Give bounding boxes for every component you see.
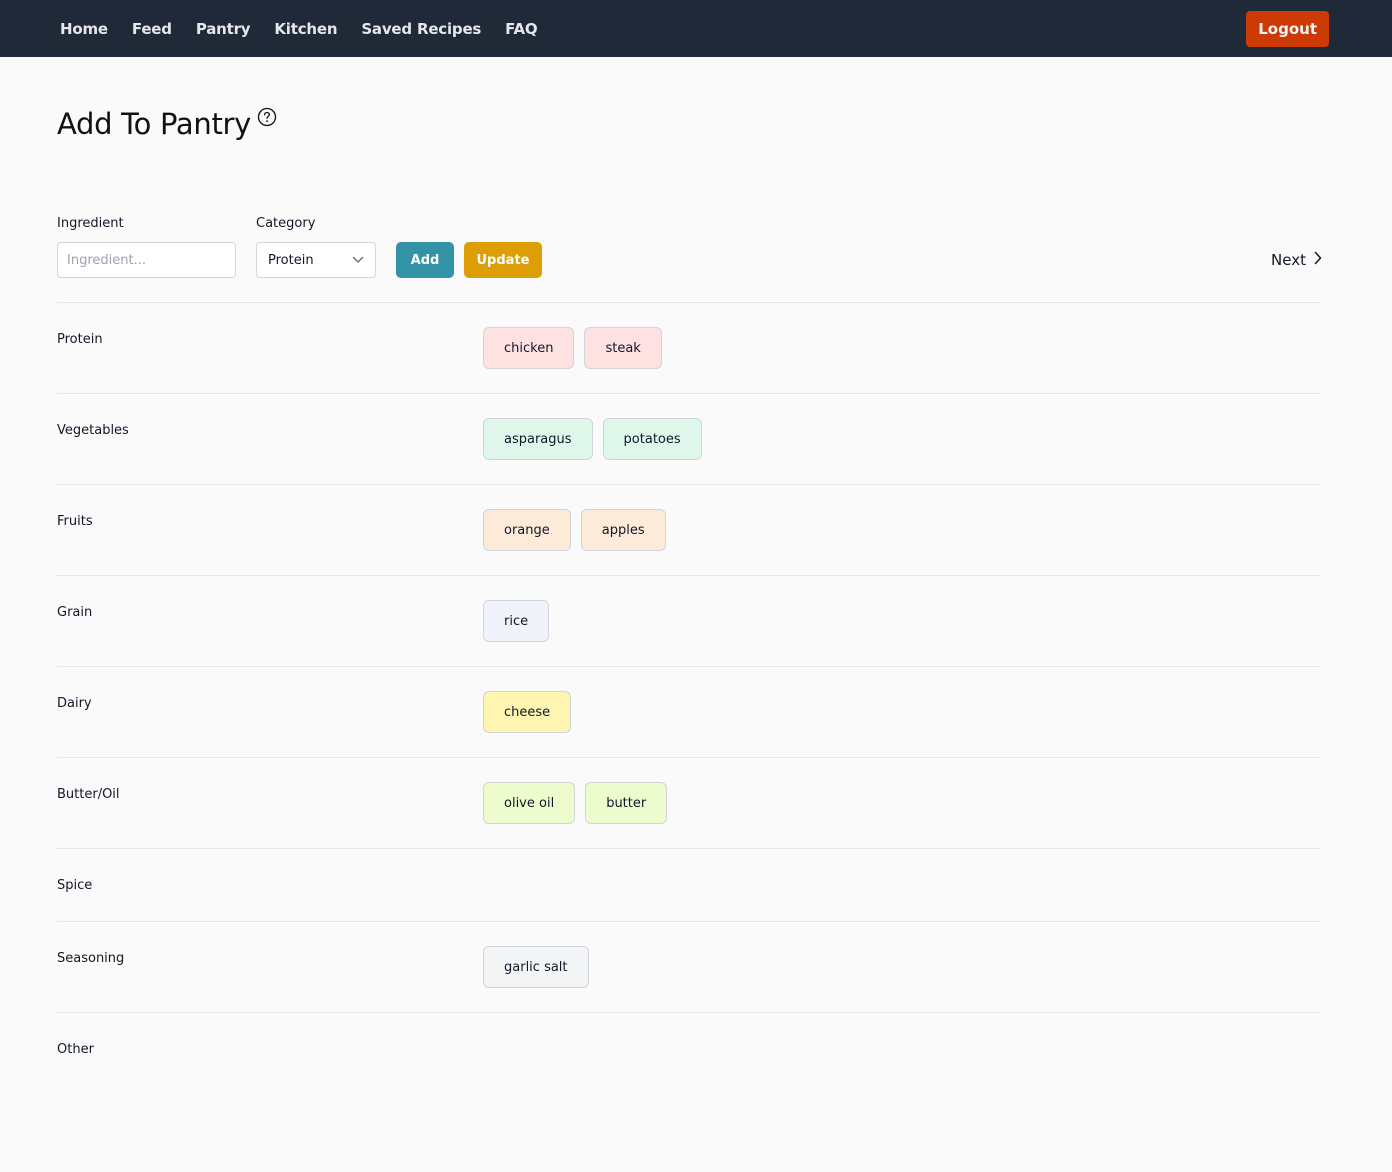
ingredient-chip[interactable]: apples: [580, 509, 666, 551]
category-name: Butter/Oil: [57, 787, 120, 802]
category-row-seasoning: Seasoning garlic salt: [57, 922, 1321, 1013]
ingredient-chip[interactable]: garlic salt: [483, 946, 589, 988]
ingredient-chip[interactable]: chicken: [483, 327, 575, 369]
ingredient-chip[interactable]: olive oil: [483, 782, 576, 824]
chevron-down-icon: [352, 253, 364, 268]
ingredient-chip[interactable]: rice: [483, 600, 550, 642]
category-label: Category: [256, 216, 316, 231]
ingredient-chips: asparagus potatoes: [483, 394, 702, 484]
category-row-vegetables: Vegetables asparagus potatoes: [57, 394, 1321, 485]
pantry-category-list: Protein chicken steak Vegetables asparagus po…: [57, 303, 1321, 1086]
category-select[interactable]: Protein: [256, 242, 376, 278]
category-row-butter-oil: Butter/Oil olive oil butter: [57, 758, 1321, 849]
main-content: Add To Pantry Ingredient Category Protei…: [0, 57, 1392, 1086]
category-row-spice: Spice: [57, 849, 1321, 922]
nav-link-feed[interactable]: Feed: [132, 20, 172, 38]
ingredient-field-group: Ingredient: [57, 216, 236, 278]
add-ingredient-form: Ingredient Category Protein Add Update N…: [57, 208, 1322, 278]
ingredient-chip[interactable]: cheese: [483, 691, 572, 733]
category-selected-value: Protein: [268, 252, 314, 268]
add-button[interactable]: Add: [396, 242, 454, 278]
title-row: Add To Pantry: [57, 57, 1321, 212]
ingredient-chip[interactable]: asparagus: [483, 418, 593, 460]
category-name: Other: [57, 1042, 94, 1057]
ingredient-chips: orange apples: [483, 485, 666, 575]
next-button[interactable]: Next: [1271, 242, 1322, 278]
ingredient-chips: rice: [483, 576, 550, 666]
nav-link-kitchen[interactable]: Kitchen: [274, 20, 337, 38]
form-fields: Ingredient Category Protein Add Update: [57, 216, 542, 278]
category-field-group: Category Protein: [256, 216, 376, 278]
question-circle-icon[interactable]: [257, 107, 277, 127]
ingredient-chips: olive oil butter: [483, 758, 668, 848]
next-label: Next: [1271, 251, 1306, 269]
category-name: Grain: [57, 605, 93, 620]
chevron-right-icon: [1306, 251, 1322, 269]
logout-button[interactable]: Logout: [1246, 10, 1329, 47]
ingredient-chips: cheese: [483, 667, 572, 757]
nav-link-home[interactable]: Home: [60, 20, 108, 38]
ingredient-chip[interactable]: potatoes: [602, 418, 702, 460]
category-row-protein: Protein chicken steak: [57, 303, 1321, 394]
nav-link-faq[interactable]: FAQ: [505, 20, 537, 38]
ingredient-chip[interactable]: butter: [585, 782, 668, 824]
ingredient-chips: garlic salt: [483, 922, 589, 1012]
nav-link-pantry[interactable]: Pantry: [196, 20, 251, 38]
category-row-dairy: Dairy cheese: [57, 667, 1321, 758]
ingredient-chip[interactable]: steak: [584, 327, 662, 369]
category-name: Protein: [57, 332, 103, 347]
ingredient-chip[interactable]: orange: [483, 509, 571, 551]
page-title: Add To Pantry: [57, 107, 252, 141]
category-name: Seasoning: [57, 951, 125, 966]
category-row-other: Other: [57, 1013, 1321, 1086]
ingredient-label: Ingredient: [57, 216, 124, 231]
nav-links: Home Feed Pantry Kitchen Saved Recipes F…: [60, 20, 561, 38]
update-button[interactable]: Update: [464, 242, 542, 278]
category-name: Dairy: [57, 696, 92, 711]
top-navbar: Home Feed Pantry Kitchen Saved Recipes F…: [0, 0, 1392, 57]
category-name: Spice: [57, 878, 93, 893]
ingredient-input[interactable]: [57, 242, 236, 278]
category-name: Fruits: [57, 514, 93, 529]
category-row-grain: Grain rice: [57, 576, 1321, 667]
nav-link-saved-recipes[interactable]: Saved Recipes: [361, 20, 481, 38]
ingredient-chips: chicken steak: [483, 303, 662, 393]
category-name: Vegetables: [57, 423, 129, 438]
category-row-fruits: Fruits orange apples: [57, 485, 1321, 576]
